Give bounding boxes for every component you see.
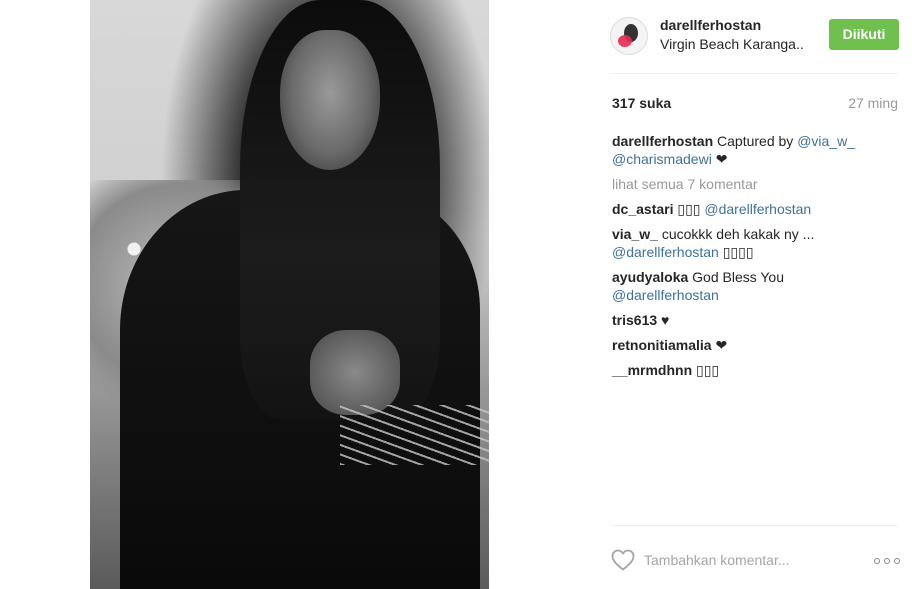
comment-text: ♥: [661, 312, 670, 328]
location-link[interactable]: Virgin Beach Karanga..: [660, 36, 804, 52]
caption-mention[interactable]: @via_w_: [797, 133, 855, 149]
list-item: tris613 ♥: [612, 311, 894, 329]
list-item: retnonitiamalia ❤: [612, 336, 894, 354]
list-item: dc_astari ▯▯▯ @darellferhostan: [612, 200, 894, 218]
avatar-accent: [618, 35, 632, 47]
dot: [894, 558, 900, 564]
heart-outline-icon[interactable]: [611, 549, 635, 571]
list-item: __mrmdhnn ▯▯▯: [612, 361, 894, 379]
list-item: via_w_ cucokkk deh kakak ny ... @darellf…: [612, 225, 894, 261]
divider: [610, 525, 898, 526]
dot: [884, 558, 890, 564]
comment-user[interactable]: retnonitiamalia: [612, 337, 712, 353]
divider: [610, 73, 898, 74]
caption-text: Captured by: [717, 133, 794, 149]
caption-user[interactable]: darellferhostan: [612, 133, 713, 149]
comment-user[interactable]: __mrmdhnn: [612, 362, 692, 378]
comment-text: ❤: [715, 337, 728, 353]
photo-hand: [310, 330, 400, 415]
comment-text: God Bless You: [692, 269, 785, 285]
avatar[interactable]: [610, 17, 648, 55]
photo-face: [280, 30, 380, 170]
username-link[interactable]: darellferhostan: [660, 17, 761, 33]
comment-mention[interactable]: @darellferhostan: [612, 244, 719, 260]
caption: darellferhostan Captured by @via_w_ @cha…: [612, 132, 894, 168]
comment-mention[interactable]: @darellferhostan: [704, 201, 811, 217]
comment-tail: ▯▯▯▯: [722, 244, 754, 260]
comment-text: ▯▯▯: [696, 362, 720, 378]
caption-mention[interactable]: @charismadewi: [612, 151, 712, 167]
comment-user[interactable]: ayudyaloka: [612, 269, 688, 285]
more-options-icon[interactable]: [874, 557, 900, 565]
photo-stems: [340, 405, 489, 465]
comment-user[interactable]: tris613: [612, 312, 657, 328]
comment-mention[interactable]: @darellferhostan: [612, 287, 719, 303]
view-all-comments-link[interactable]: lihat semua 7 komentar: [612, 175, 894, 193]
dot: [874, 558, 880, 564]
comment-list: darellferhostan Captured by @via_w_ @cha…: [612, 132, 894, 386]
comment-input[interactable]: [644, 548, 844, 572]
list-item: ayudyaloka God Bless You @darellferhosta…: [612, 268, 894, 304]
post-header: darellferhostan Virgin Beach Karanga.. D…: [610, 14, 900, 58]
follow-button[interactable]: Diikuti: [829, 19, 899, 50]
caption-heart: ❤: [715, 151, 728, 167]
post-time[interactable]: 27 ming: [848, 95, 898, 111]
post-photo[interactable]: [90, 0, 489, 589]
likes-count[interactable]: 317 suka: [612, 95, 671, 111]
comment-user[interactable]: via_w_: [612, 226, 658, 242]
comment-text: cucokkk deh kakak ny ...: [661, 226, 815, 242]
comment-text: ▯▯▯: [677, 201, 701, 217]
comment-user[interactable]: dc_astari: [612, 201, 673, 217]
post-sidebar: darellferhostan Virgin Beach Karanga.. D…: [610, 0, 910, 589]
